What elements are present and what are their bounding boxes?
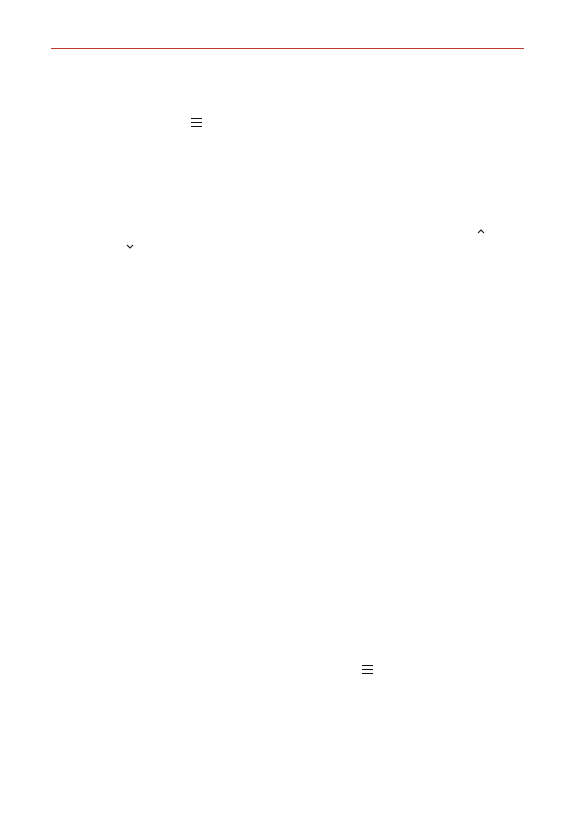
chevron-down-icon	[126, 244, 134, 250]
chevron-up-icon	[477, 228, 485, 234]
header-divider	[51, 48, 524, 49]
menu-icon	[362, 665, 373, 675]
menu-icon	[191, 118, 202, 128]
